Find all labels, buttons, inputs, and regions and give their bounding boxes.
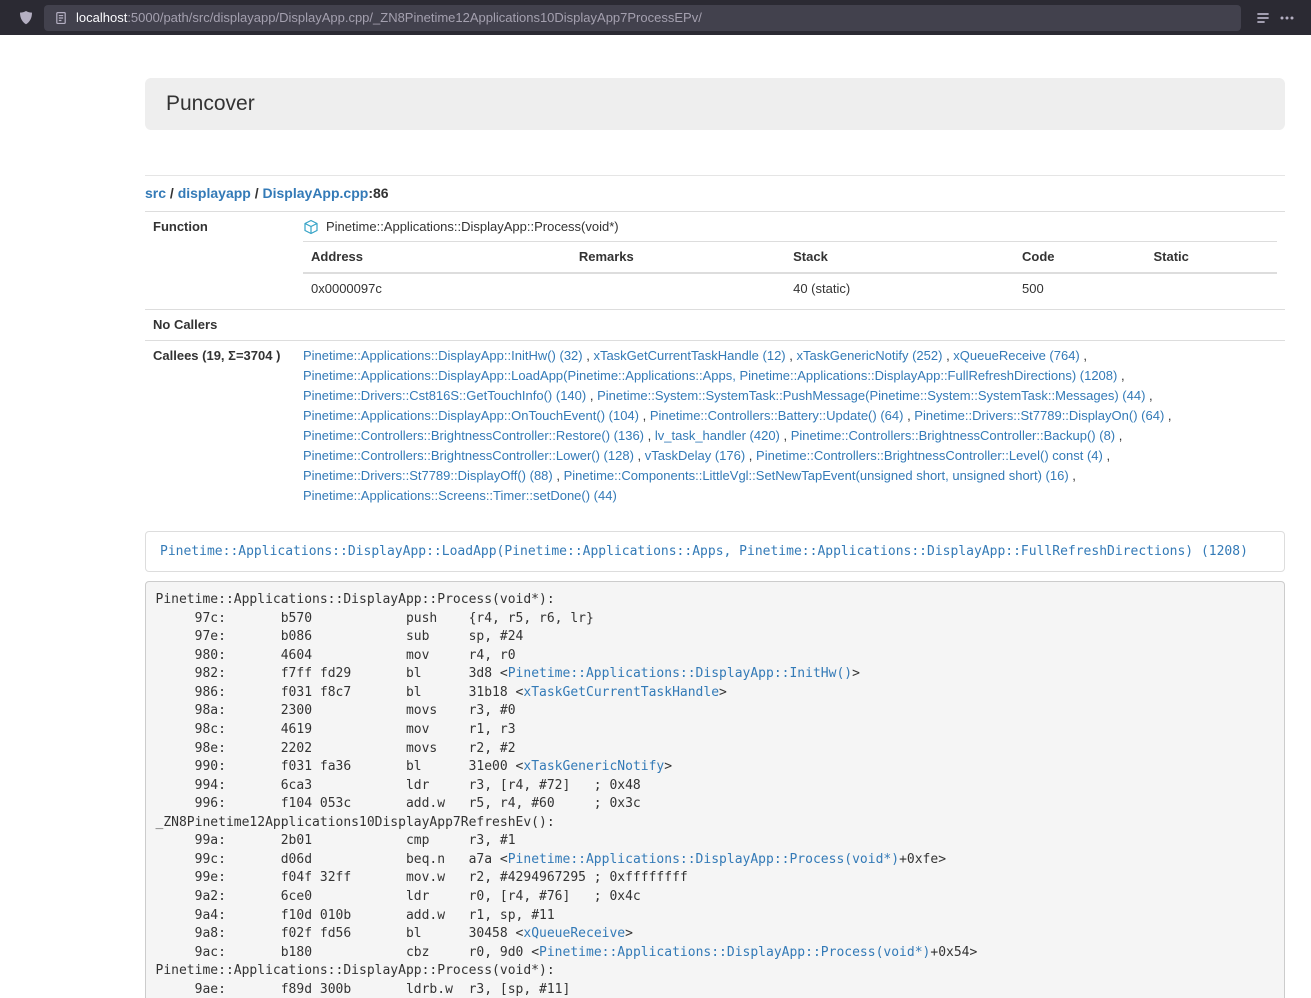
url-bar[interactable]: localhost:5000/path/src/displayapp/Displ… [44, 5, 1241, 31]
url-path: :5000/path/src/displayapp/DisplayApp.cpp… [127, 10, 702, 25]
breadcrumb-link-src[interactable]: src [145, 185, 166, 201]
column-stack: Stack [785, 242, 1014, 274]
callee-separator: , [1080, 348, 1087, 363]
callees-list: Pinetime::Applications::DisplayApp::Init… [295, 341, 1285, 512]
callee-link[interactable]: xTaskGenericNotify (252) [797, 348, 943, 363]
callee-separator: , [553, 468, 564, 483]
callee-separator: , [1145, 388, 1152, 403]
function-details-table: Address Remarks Stack Code Static 0x0000… [303, 241, 1277, 304]
code-symbol-link[interactable]: Pinetime::Applications::DisplayApp::Init… [508, 666, 852, 681]
callee-separator: , [1117, 368, 1124, 383]
code-symbol-link[interactable]: Pinetime::Applications::DisplayApp::Proc… [539, 945, 930, 960]
callee-separator: , [780, 428, 791, 443]
callee-separator: , [745, 448, 756, 463]
page-title: Puncover [166, 92, 1264, 116]
callee-link[interactable]: Pinetime::Controllers::BrightnessControl… [791, 428, 1115, 443]
breadcrumb: src / displayapp / DisplayApp.cpp:86 [145, 183, 1285, 203]
divider [145, 175, 1285, 176]
selected-symbol-panel: Pinetime::Applications::DisplayApp::Load… [145, 531, 1285, 572]
callee-link[interactable]: Pinetime::System::SystemTask::PushMessag… [597, 388, 1145, 403]
function-name: Pinetime::Applications::DisplayApp::Proc… [326, 217, 619, 237]
column-remarks: Remarks [571, 242, 785, 274]
callee-separator: , [1115, 428, 1122, 443]
no-callers-row: No Callers [145, 310, 1285, 341]
callee-separator: , [644, 428, 655, 443]
stack-value: 40 (static) [785, 273, 1014, 304]
code-symbol-link[interactable]: Pinetime::Applications::DisplayApp::Proc… [508, 852, 899, 867]
callee-link[interactable]: Pinetime::Drivers::Cst816S::GetTouchInfo… [303, 388, 586, 403]
callee-link[interactable]: Pinetime::Controllers::BrightnessControl… [756, 448, 1103, 463]
callee-link[interactable]: Pinetime::Drivers::St7789::DisplayOn() (… [914, 408, 1164, 423]
column-static: Static [1145, 242, 1277, 274]
address-value: 0x0000097c [303, 273, 571, 304]
url-text: localhost:5000/path/src/displayapp/Displ… [76, 10, 702, 25]
column-address: Address [303, 242, 571, 274]
callee-separator: , [786, 348, 797, 363]
callee-link[interactable]: Pinetime::Applications::DisplayApp::OnTo… [303, 408, 639, 423]
callee-separator: , [1103, 448, 1110, 463]
reader-mode-icon[interactable] [1251, 6, 1275, 30]
overflow-menu-icon[interactable] [1275, 6, 1299, 30]
callee-link[interactable]: Pinetime::Components::LittleVgl::SetNewT… [564, 468, 1069, 483]
breadcrumb-separator: / [251, 185, 263, 201]
function-table: Function Pinetime: [145, 211, 1285, 511]
callee-separator: , [583, 348, 594, 363]
callee-separator: , [903, 408, 914, 423]
callee-link[interactable]: lv_task_handler (420) [655, 428, 780, 443]
app-header: Puncover [145, 78, 1285, 130]
callee-link[interactable]: Pinetime::Controllers::BrightnessControl… [303, 428, 644, 443]
callee-separator: , [634, 448, 645, 463]
callee-separator: , [1069, 468, 1076, 483]
callee-separator: , [639, 408, 650, 423]
function-row-label: Function [145, 212, 295, 310]
callee-link[interactable]: vTaskDelay (176) [645, 448, 745, 463]
callee-link[interactable]: Pinetime::Applications::DisplayApp::Load… [303, 368, 1117, 383]
callee-link[interactable]: Pinetime::Controllers::Battery::Update()… [650, 408, 904, 423]
tracking-protection-shield-icon[interactable] [14, 6, 38, 30]
function-row: Function Pinetime: [145, 212, 1285, 310]
column-code: Code [1014, 242, 1145, 274]
callers-cell [295, 310, 1285, 341]
remarks-value [571, 273, 785, 304]
breadcrumb-link-file[interactable]: DisplayApp.cpp [263, 185, 369, 201]
details-value-row: 0x0000097c 40 (static) 500 [303, 273, 1277, 304]
code-value: 500 [1014, 273, 1145, 304]
breadcrumb-link-displayapp[interactable]: displayapp [178, 185, 251, 201]
callee-link[interactable]: Pinetime::Controllers::BrightnessControl… [303, 448, 634, 463]
details-header-row: Address Remarks Stack Code Static [303, 242, 1277, 274]
callees-label: Callees (19, Σ=3704 ) [145, 341, 295, 512]
function-cell: Pinetime::Applications::DisplayApp::Proc… [295, 212, 1285, 310]
function-icon [303, 219, 319, 235]
callee-link[interactable]: Pinetime::Applications::DisplayApp::Init… [303, 348, 583, 363]
callees-row: Callees (19, Σ=3704 ) Pinetime::Applicat… [145, 341, 1285, 512]
page-info-icon[interactable] [54, 11, 68, 25]
callee-link[interactable]: Pinetime::Applications::Screens::Timer::… [303, 488, 617, 503]
breadcrumb-separator: / [166, 185, 178, 201]
page: localhost:5000/path/src/displayapp/Displ… [0, 0, 1311, 998]
url-host: localhost [76, 10, 127, 25]
callee-separator: , [586, 388, 597, 403]
callee-link[interactable]: xTaskGetCurrentTaskHandle (12) [593, 348, 785, 363]
callee-separator: , [942, 348, 953, 363]
no-callers-label: No Callers [145, 310, 295, 341]
browser-toolbar: localhost:5000/path/src/displayapp/Displ… [0, 0, 1311, 35]
code-symbol-link[interactable]: xTaskGetCurrentTaskHandle [523, 685, 719, 700]
code-symbol-link[interactable]: xQueueReceive [523, 926, 625, 941]
disassembly-block: Pinetime::Applications::DisplayApp::Proc… [145, 581, 1285, 998]
callee-link[interactable]: xQueueReceive (764) [953, 348, 1079, 363]
selected-symbol-link[interactable]: Pinetime::Applications::DisplayApp::Load… [160, 544, 1248, 559]
breadcrumb-line-number: :86 [368, 185, 388, 201]
callee-link[interactable]: Pinetime::Drivers::St7789::DisplayOff() … [303, 468, 553, 483]
code-symbol-link[interactable]: xTaskGenericNotify [523, 759, 664, 774]
static-value [1145, 273, 1277, 304]
callee-separator: , [1164, 408, 1171, 423]
content-area: Puncover src / displayapp / DisplayApp.c… [145, 35, 1285, 998]
